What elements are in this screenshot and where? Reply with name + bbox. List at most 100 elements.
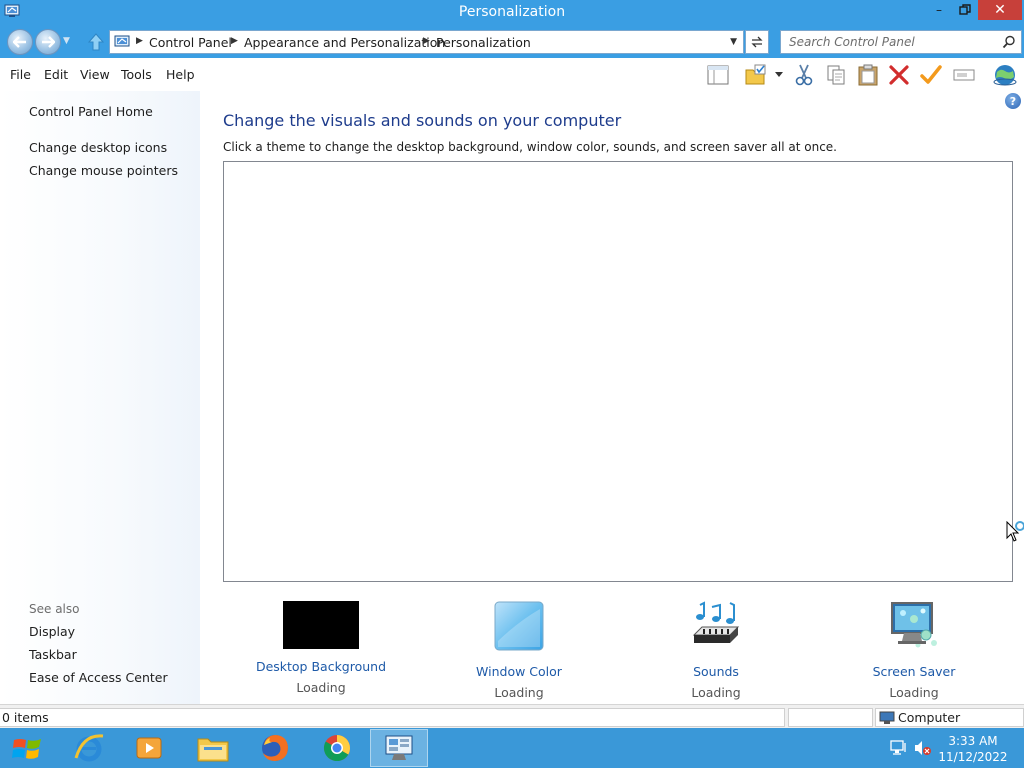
control-panel-icon bbox=[114, 35, 130, 47]
menu-bar: File Edit View Tools Help bbox=[0, 58, 1024, 91]
close-button[interactable]: ✕ bbox=[978, 0, 1022, 20]
delete-icon bbox=[889, 65, 909, 85]
display-link[interactable]: Display bbox=[29, 624, 75, 639]
screen-saver-icon[interactable] bbox=[888, 601, 940, 651]
taskbar-control-panel[interactable] bbox=[370, 729, 428, 767]
theme-list[interactable] bbox=[223, 161, 1013, 582]
menu-view[interactable]: View bbox=[80, 67, 110, 82]
desktop-background-link[interactable]: Desktop Background bbox=[241, 659, 401, 674]
desktop-background-thumb[interactable] bbox=[283, 601, 359, 649]
change-mouse-pointers-link[interactable]: Change mouse pointers bbox=[29, 163, 178, 178]
menu-file[interactable]: File bbox=[10, 67, 31, 82]
cut-button[interactable] bbox=[791, 62, 817, 88]
taskbar-media-player[interactable] bbox=[120, 729, 178, 767]
ease-of-access-center-link[interactable]: Ease of Access Center bbox=[29, 670, 168, 685]
menu-edit[interactable]: Edit bbox=[44, 67, 68, 82]
recent-locations-dropdown[interactable]: ▼ bbox=[63, 36, 70, 46]
address-row: ▼ ▶ Control Panel ▶ Appearance and Perso… bbox=[0, 26, 1024, 58]
busy-cursor-icon bbox=[1006, 521, 1024, 542]
breadcrumb-personalization[interactable]: Personalization bbox=[436, 35, 531, 50]
folder-check-icon bbox=[745, 64, 766, 85]
status-location: Computer bbox=[875, 708, 1024, 727]
network-button[interactable] bbox=[990, 62, 1020, 88]
sounds-status: Loading bbox=[691, 685, 741, 700]
control-panel-icon bbox=[385, 735, 413, 760]
main-content: ? Change the visuals and sounds on your … bbox=[200, 91, 1024, 704]
sounds-icon[interactable] bbox=[690, 601, 742, 651]
volume-muted-icon[interactable] bbox=[914, 740, 932, 756]
rename-icon bbox=[953, 69, 975, 81]
start-button[interactable] bbox=[8, 734, 48, 764]
file-explorer-icon bbox=[197, 738, 229, 762]
title-bar: Personalization – ✕ bbox=[0, 0, 1024, 26]
firefox-icon bbox=[262, 735, 288, 761]
sounds-link[interactable]: Sounds bbox=[636, 664, 796, 679]
maximize-button[interactable] bbox=[952, 0, 978, 20]
paste-button[interactable] bbox=[855, 62, 881, 88]
menu-tools[interactable]: Tools bbox=[121, 67, 152, 82]
menu-help[interactable]: Help bbox=[166, 67, 195, 82]
control-panel-home-link[interactable]: Control Panel Home bbox=[29, 104, 153, 119]
screen-saver-status: Loading bbox=[889, 685, 939, 700]
chevron-right-icon[interactable]: ▶ bbox=[231, 36, 238, 46]
taskbar-file-explorer[interactable] bbox=[184, 729, 242, 767]
layout-icon bbox=[707, 65, 729, 85]
minimize-button[interactable]: – bbox=[926, 0, 952, 20]
taskbar: 3:33 AM 11/12/2022 bbox=[0, 728, 1024, 768]
window-color-icon[interactable] bbox=[494, 601, 544, 651]
computer-icon bbox=[879, 711, 895, 724]
refresh-button[interactable] bbox=[745, 30, 769, 54]
system-clock[interactable]: 3:33 AM 11/12/2022 bbox=[932, 733, 1014, 765]
internet-explorer-icon bbox=[74, 734, 104, 762]
screen-saver-link[interactable]: Screen Saver bbox=[834, 664, 994, 679]
chrome-icon bbox=[323, 735, 351, 762]
delete-button[interactable] bbox=[886, 62, 912, 88]
address-bar[interactable]: ▶ Control Panel ▶ Appearance and Persona… bbox=[109, 30, 744, 54]
window-color-link[interactable]: Window Color bbox=[439, 664, 599, 679]
sounds-setting[interactable]: Sounds Loading bbox=[636, 601, 796, 700]
chevron-right-icon[interactable]: ▶ bbox=[136, 36, 143, 46]
folder-options-dropdown[interactable] bbox=[770, 62, 788, 88]
item-count: 0 items bbox=[0, 708, 785, 727]
breadcrumb-control-panel[interactable]: Control Panel bbox=[149, 35, 232, 50]
rename-button[interactable] bbox=[951, 62, 977, 88]
taskbar-firefox[interactable] bbox=[246, 729, 304, 767]
forward-button[interactable] bbox=[35, 29, 61, 55]
breadcrumb-appearance-and-personalization[interactable]: Appearance and Personalization bbox=[244, 35, 445, 50]
network-tray-icon[interactable] bbox=[890, 740, 908, 756]
window-color-setting[interactable]: Window Color Loading bbox=[439, 601, 599, 700]
layout-button[interactable] bbox=[705, 62, 731, 88]
window-title: Personalization bbox=[458, 4, 566, 20]
taskbar-link[interactable]: Taskbar bbox=[29, 647, 77, 662]
address-dropdown-icon[interactable]: ▼ bbox=[730, 37, 737, 47]
restore-icon bbox=[959, 4, 971, 15]
taskbar-chrome[interactable] bbox=[308, 729, 366, 767]
chevron-right-icon[interactable]: ▶ bbox=[423, 36, 430, 46]
back-button[interactable] bbox=[7, 29, 33, 55]
window-color-status: Loading bbox=[494, 685, 544, 700]
folder-options-button[interactable] bbox=[743, 62, 769, 88]
taskbar-internet-explorer[interactable] bbox=[60, 729, 118, 767]
status-bar: 0 items Computer bbox=[0, 704, 1024, 728]
navigation-pane: Control Panel Home Change desktop icons … bbox=[0, 91, 200, 704]
network-globe-icon bbox=[993, 65, 1017, 86]
search-icon[interactable] bbox=[1002, 35, 1016, 49]
screen-saver-setting[interactable]: Screen Saver Loading bbox=[834, 601, 994, 700]
change-desktop-icons-link[interactable]: Change desktop icons bbox=[29, 140, 167, 155]
copy-button[interactable] bbox=[823, 62, 849, 88]
desktop-background-setting[interactable]: Desktop Background Loading bbox=[241, 601, 401, 695]
cut-icon bbox=[795, 64, 813, 86]
see-also-label: See also bbox=[29, 602, 80, 616]
up-arrow-icon[interactable] bbox=[86, 32, 106, 52]
properties-button[interactable] bbox=[918, 62, 944, 88]
clock-time: 3:33 AM bbox=[948, 734, 998, 748]
search-input[interactable] bbox=[789, 34, 999, 50]
desktop-background-status: Loading bbox=[296, 680, 346, 695]
back-arrow-icon bbox=[13, 36, 26, 48]
help-icon[interactable]: ? bbox=[1005, 93, 1021, 109]
media-player-icon bbox=[136, 737, 162, 759]
page-description: Click a theme to change the desktop back… bbox=[223, 140, 837, 154]
forward-arrow-icon bbox=[42, 36, 55, 48]
refresh-icon bbox=[751, 36, 763, 48]
search-box[interactable] bbox=[780, 30, 1022, 54]
